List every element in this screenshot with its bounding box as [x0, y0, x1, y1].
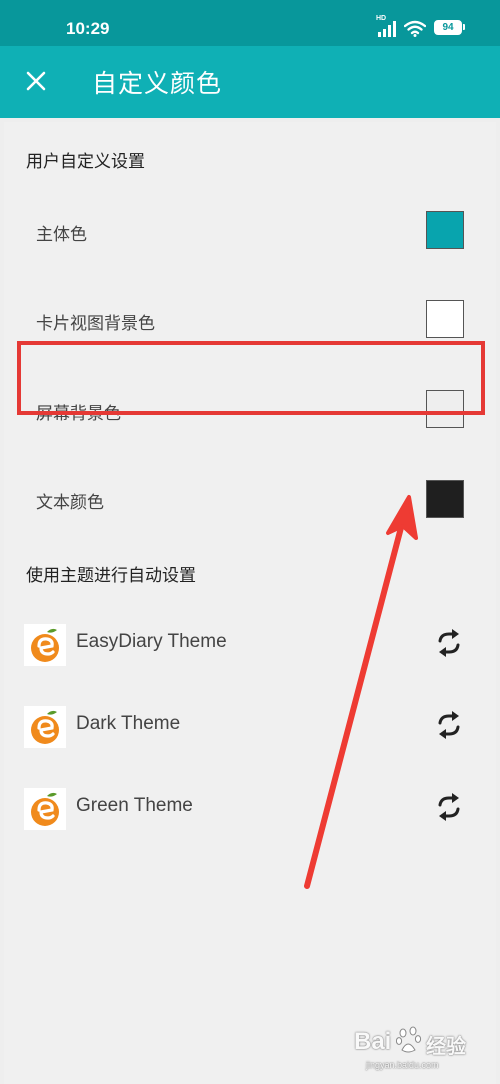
watermark-brand: Bai [354, 1028, 392, 1055]
watermark-suffix: 经验 [426, 1036, 466, 1058]
annotation-arrow [304, 495, 418, 889]
baidu-watermark: Bai 经验 jingyan.baidu.com [352, 1022, 482, 1074]
watermark-domain: jingyan.baidu.com [366, 1060, 439, 1070]
paw-icon [396, 1026, 422, 1053]
